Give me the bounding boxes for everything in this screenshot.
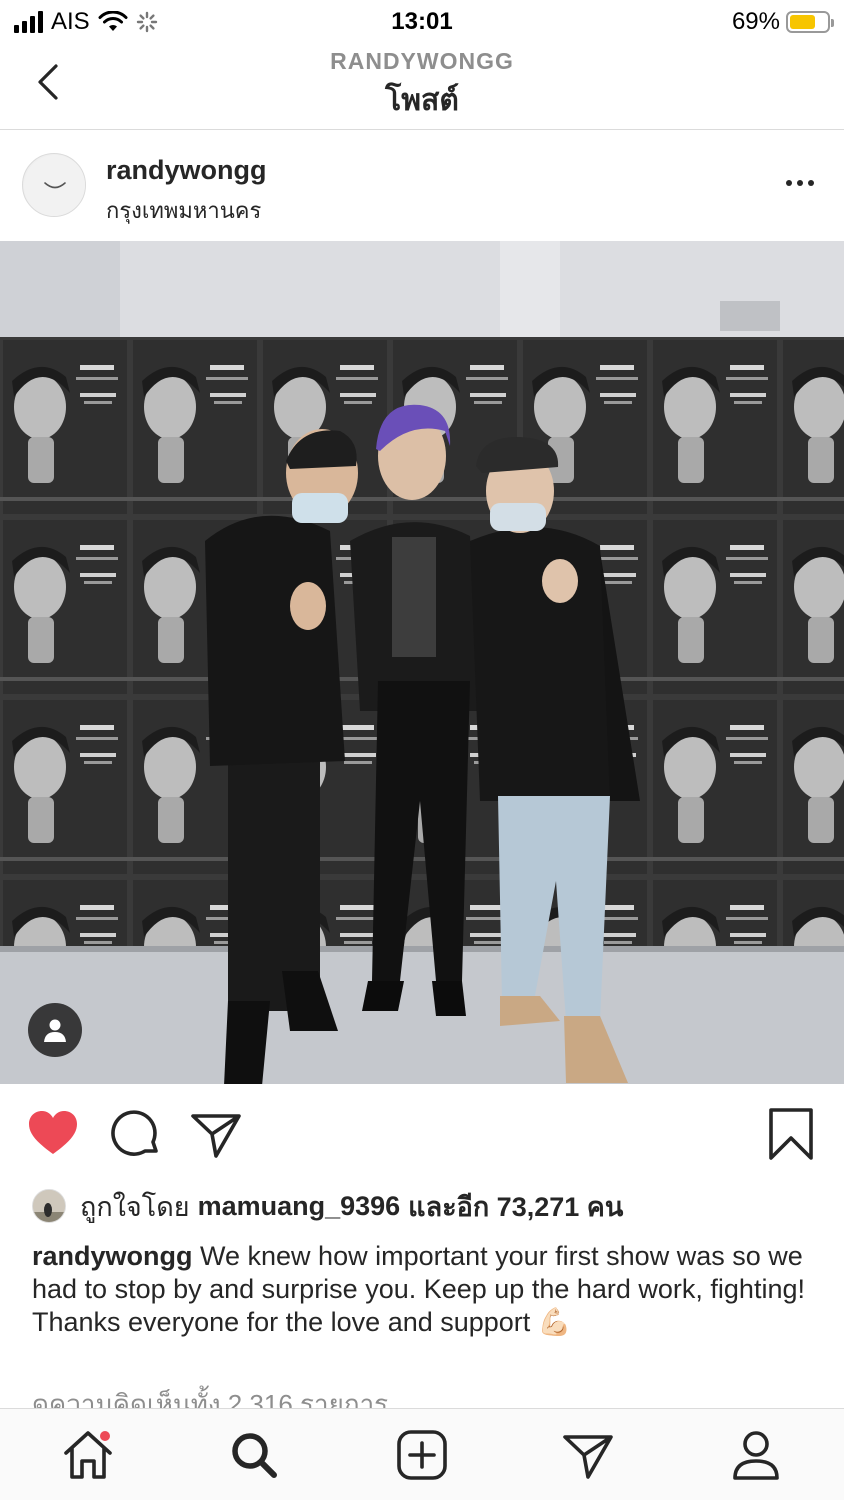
ellipsis-icon[interactable] xyxy=(782,171,818,195)
tab-activity[interactable] xyxy=(560,1427,616,1483)
profile-icon xyxy=(733,1431,779,1480)
person-tag-icon xyxy=(44,1019,66,1042)
liker-avatar xyxy=(32,1189,66,1223)
comment-icon[interactable] xyxy=(107,1106,163,1162)
account-name: RANDYWONGG xyxy=(330,48,514,74)
post-location[interactable]: กรุงเทพมหานคร xyxy=(106,193,261,228)
heart-icon[interactable] xyxy=(25,1106,81,1162)
tagged-people-button[interactable] xyxy=(28,1003,82,1057)
avatar-placeholder-icon xyxy=(24,155,85,216)
view-all-comments-link[interactable]: ดูความคิดเห็นทั้ง 2,316 รายการ xyxy=(32,1384,388,1408)
caption-username[interactable]: randywongg xyxy=(32,1241,193,1271)
likes-user[interactable]: mamuang_9396 xyxy=(198,1191,401,1222)
battery-level xyxy=(790,15,815,29)
nav-header: RANDYWONGG โพสต์ xyxy=(0,44,844,130)
tab-new-post[interactable] xyxy=(394,1427,450,1483)
avatar[interactable] xyxy=(22,153,86,217)
battery-icon xyxy=(786,11,834,33)
likes-prefix: ถูกใจโดย xyxy=(80,1191,190,1222)
post-photo[interactable] xyxy=(0,241,844,1084)
post-actions xyxy=(0,1096,844,1176)
tab-bar xyxy=(0,1408,844,1500)
post-username[interactable]: randywongg xyxy=(106,155,267,186)
likes-summary[interactable]: ถูกใจโดย mamuang_9396 และอีก 73,271 คน xyxy=(32,1184,631,1228)
status-right: 69% xyxy=(731,8,834,36)
nav-titles: RANDYWONGG โพสต์ xyxy=(0,48,844,124)
activity-icon xyxy=(563,1435,613,1479)
page-title: โพสต์ xyxy=(385,84,459,117)
photo-illustration xyxy=(0,241,844,1084)
post-header: randywongg กรุงเทพมหานคร xyxy=(0,131,844,241)
search-icon xyxy=(232,1433,277,1478)
share-icon[interactable] xyxy=(188,1106,244,1162)
tab-home[interactable] xyxy=(60,1427,116,1483)
battery-percent: 69% xyxy=(731,8,780,35)
tab-profile[interactable] xyxy=(728,1427,784,1483)
notification-dot xyxy=(98,1429,112,1443)
post-caption: randywongg We knew how important your fi… xyxy=(32,1240,812,1339)
new-post-icon xyxy=(397,1430,447,1480)
tab-search[interactable] xyxy=(226,1427,282,1483)
status-time: 13:01 xyxy=(391,8,453,35)
status-bar: AIS 13:01 69% xyxy=(0,0,844,44)
bookmark-icon[interactable] xyxy=(763,1106,819,1162)
likes-suffix[interactable]: และอีก 73,271 คน xyxy=(408,1185,623,1228)
